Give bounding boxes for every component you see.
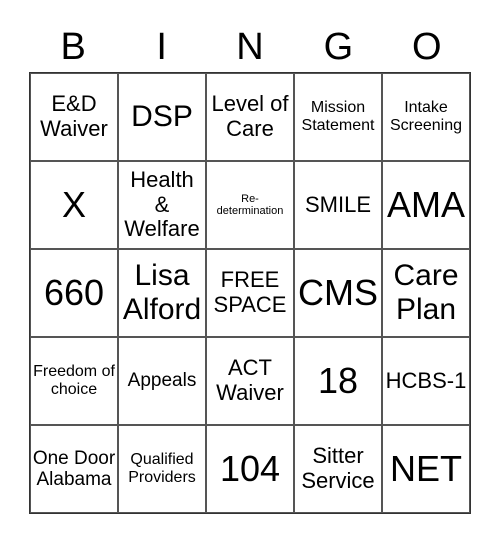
bingo-cell[interactable]: Sitter Service bbox=[294, 425, 382, 513]
cell-text: Sitter Service bbox=[301, 443, 375, 493]
cell-text: Health & Welfare bbox=[124, 167, 200, 242]
bingo-board: E&D Waiver DSP Level of Care Mission Sta… bbox=[29, 72, 471, 514]
cell-text: Level of Care bbox=[211, 91, 289, 141]
cell-text: Re-determination bbox=[216, 192, 284, 217]
bingo-cell[interactable]: Level of Care bbox=[206, 73, 294, 161]
bingo-cell[interactable]: 660 bbox=[30, 249, 118, 337]
bingo-cell[interactable]: X bbox=[30, 161, 118, 249]
cell-text: Mission Statement bbox=[301, 99, 375, 134]
bingo-cell[interactable]: SMILE bbox=[294, 161, 382, 249]
cell-text: 660 bbox=[43, 271, 105, 313]
cell-text: Intake Screening bbox=[389, 99, 463, 134]
cell-text: Appeals bbox=[127, 370, 197, 392]
cell-text: DSP bbox=[131, 100, 193, 134]
cell-text: X bbox=[61, 183, 86, 225]
header-letter-g: G bbox=[323, 26, 354, 68]
bingo-cell[interactable]: E&D Waiver bbox=[30, 73, 118, 161]
header-letter-o: O bbox=[412, 26, 442, 68]
cell-text: One Door Alabama bbox=[32, 447, 116, 490]
cell-text: E&D Waiver bbox=[40, 91, 108, 141]
bingo-cell[interactable]: One Door Alabama bbox=[30, 425, 118, 513]
header-letter-b: B bbox=[60, 26, 86, 68]
cell-text: Qualified Providers bbox=[128, 451, 196, 486]
cell-text: HCBS-1 bbox=[385, 367, 467, 393]
cell-text: ACT Waiver bbox=[216, 355, 284, 405]
bingo-cell[interactable]: AMA bbox=[382, 161, 470, 249]
bingo-cell[interactable]: ACT Waiver bbox=[206, 337, 294, 425]
bingo-cell[interactable]: 104 bbox=[206, 425, 294, 513]
cell-text: SMILE bbox=[304, 191, 372, 217]
bingo-cell[interactable]: Appeals bbox=[118, 337, 206, 425]
bingo-cell[interactable]: Freedom of choice bbox=[30, 337, 118, 425]
bingo-cell[interactable]: HCBS-1 bbox=[382, 337, 470, 425]
cell-text: 104 bbox=[219, 447, 281, 489]
cell-text: Freedom of choice bbox=[33, 363, 115, 398]
free-space-cell[interactable]: FREE SPACE bbox=[206, 249, 294, 337]
header-letter-n: N bbox=[236, 26, 264, 68]
bingo-cell[interactable]: Re-determination bbox=[206, 161, 294, 249]
bingo-cell[interactable]: DSP bbox=[118, 73, 206, 161]
bingo-cell[interactable]: CMS bbox=[294, 249, 382, 337]
cell-text: FREE SPACE bbox=[213, 267, 287, 317]
bingo-cell[interactable]: NET bbox=[382, 425, 470, 513]
bingo-cell[interactable]: Health & Welfare bbox=[118, 161, 206, 249]
cell-text: NET bbox=[390, 447, 462, 489]
header-letter-i: I bbox=[156, 26, 167, 68]
cell-text: AMA bbox=[386, 183, 465, 225]
cell-text: CMS bbox=[298, 271, 378, 313]
bingo-cell[interactable]: Care Plan bbox=[382, 249, 470, 337]
cell-text: 18 bbox=[317, 359, 359, 401]
bingo-cell[interactable]: Lisa Alford bbox=[118, 249, 206, 337]
bingo-cell[interactable]: Qualified Providers bbox=[118, 425, 206, 513]
bingo-header: B I N G O bbox=[29, 22, 471, 72]
bingo-cell[interactable]: 18 bbox=[294, 337, 382, 425]
cell-text: Lisa Alford bbox=[122, 259, 202, 326]
bingo-cell[interactable]: Mission Statement bbox=[294, 73, 382, 161]
bingo-cell[interactable]: Intake Screening bbox=[382, 73, 470, 161]
cell-text: Care Plan bbox=[393, 259, 459, 326]
